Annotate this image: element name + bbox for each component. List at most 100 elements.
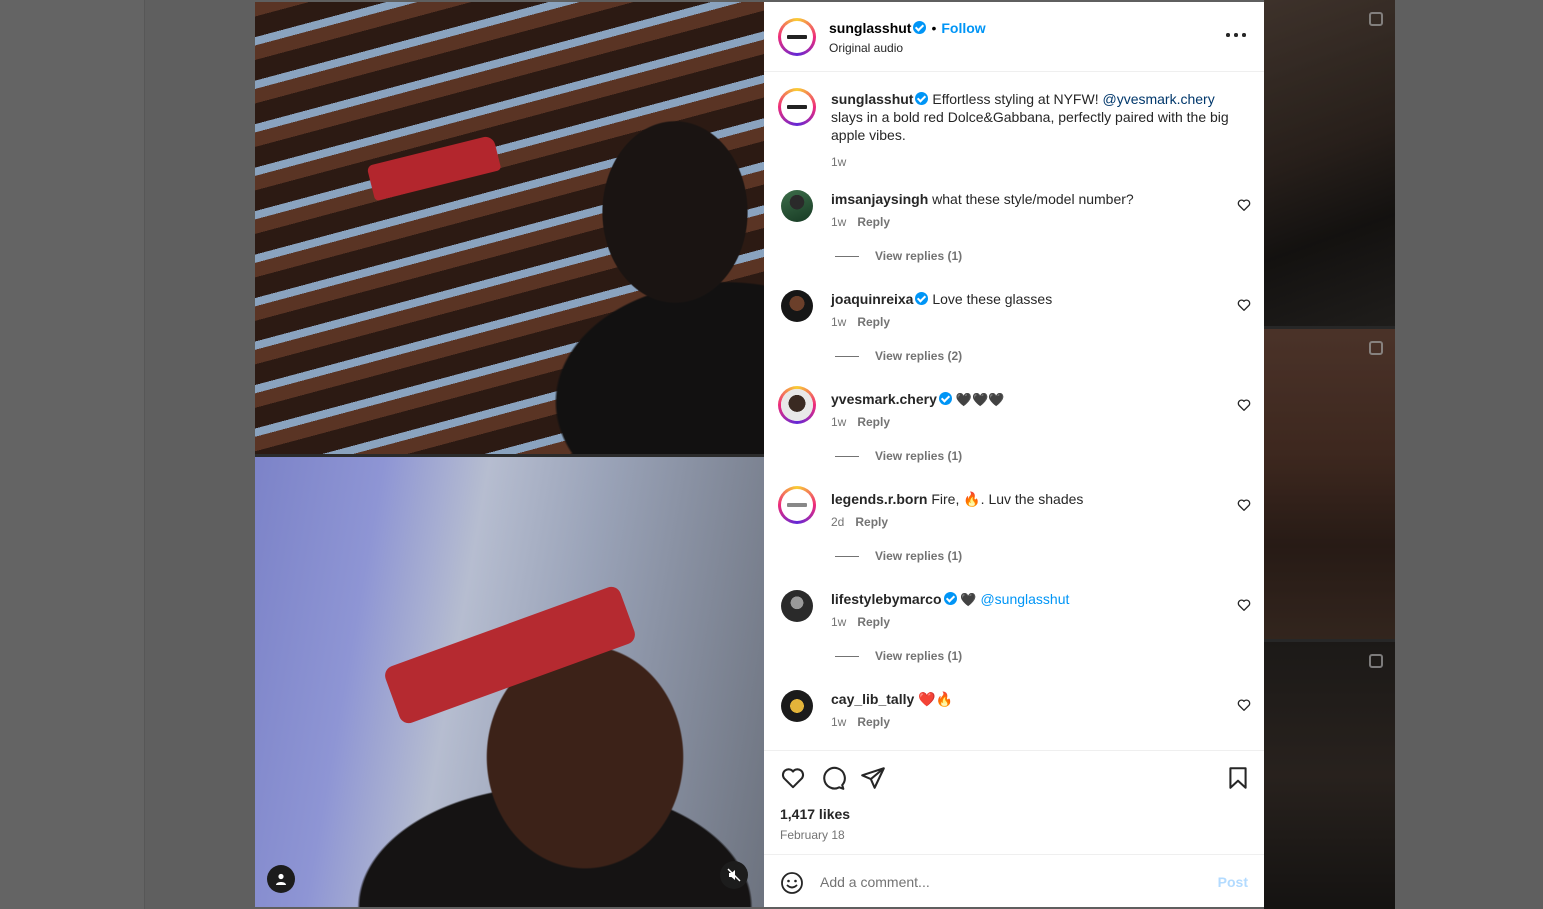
comment-username[interactable]: legends.r.born: [831, 491, 927, 507]
view-replies-label: View replies (1): [875, 549, 963, 563]
user-avatar-icon[interactable]: [781, 190, 813, 222]
view-replies-button[interactable]: View replies (1): [835, 549, 962, 563]
post-details-panel: sunglasshut • Follow Original audio sungla…: [764, 2, 1264, 907]
comment-body: yvesmark.chery 🖤🖤🖤: [831, 390, 1004, 409]
save-bookmark-icon[interactable]: [1225, 765, 1251, 791]
caption-mention-link[interactable]: @yvesmark.chery: [1102, 91, 1214, 107]
comment-time: 1w: [831, 315, 847, 329]
add-comment-input[interactable]: [820, 871, 1200, 893]
comment-mention-link[interactable]: @sunglasshut: [980, 591, 1069, 607]
sunglasshut-logo-icon: [787, 105, 807, 109]
like-comment-heart-icon[interactable]: [1236, 597, 1252, 613]
comment-text: 🖤🖤🖤: [955, 392, 1005, 407]
sunglasshut-avatar[interactable]: [778, 18, 816, 56]
view-replies-button[interactable]: View replies (1): [835, 649, 962, 663]
more-options-button[interactable]: [1224, 28, 1248, 42]
comment-bubble-icon[interactable]: [820, 765, 846, 791]
user-icon: [276, 873, 286, 885]
post-date: February 18: [780, 828, 845, 842]
share-paper-plane-icon[interactable]: [860, 765, 886, 791]
comment-text: Fire, 🔥. Luv the shades: [931, 491, 1084, 507]
sunglasshut-avatar[interactable]: [778, 88, 816, 126]
comment-body: joaquinreixa Love these glasses: [831, 290, 1052, 308]
like-comment-heart-icon[interactable]: [1236, 697, 1252, 713]
comment-item: legends.r.born Fire, 🔥. Luv the shades 2…: [764, 486, 1264, 590]
view-replies-label: View replies (1): [875, 649, 963, 663]
sunglasshut-logo-icon: [787, 35, 807, 39]
post-author: sunglasshut • Follow: [829, 20, 986, 36]
comment-username[interactable]: imsanjaysingh: [831, 191, 928, 207]
comment-username[interactable]: lifestylebymarco: [831, 591, 942, 607]
view-replies-button[interactable]: View replies (1): [835, 249, 962, 263]
audio-muted-button[interactable]: [720, 861, 748, 889]
comment-body: imsanjaysingh what these style/model num…: [831, 190, 1134, 208]
comment-text: 🖤: [960, 592, 977, 607]
reply-button[interactable]: Reply: [857, 315, 890, 329]
user-avatar-icon[interactable]: [781, 290, 813, 322]
like-comment-heart-icon[interactable]: [1236, 497, 1252, 513]
divider: [835, 356, 859, 358]
reply-button[interactable]: Reply: [857, 715, 890, 729]
audio-label[interactable]: Original audio: [829, 41, 903, 55]
view-replies-button[interactable]: View replies (2): [835, 349, 962, 363]
comment-time: 1w: [831, 615, 847, 629]
like-comment-heart-icon[interactable]: [1236, 397, 1252, 413]
like-comment-heart-icon[interactable]: [1236, 197, 1252, 213]
comment-username[interactable]: joaquinreixa: [831, 291, 913, 307]
user-avatar-icon: [781, 389, 813, 421]
caption-body: slays in a bold red Dolce&Gabbana, perfe…: [831, 109, 1229, 143]
comment-item: joaquinreixa Love these glasses 1w Reply …: [764, 290, 1264, 390]
user-avatar-icon[interactable]: [778, 486, 816, 524]
divider: [835, 556, 859, 558]
comment-time: 1w: [831, 715, 847, 729]
comment-item: yvesmark.chery 🖤🖤🖤 1w Reply View replies …: [764, 386, 1264, 490]
comment-username[interactable]: yvesmark.chery: [831, 391, 937, 407]
view-replies-label: View replies (1): [875, 449, 963, 463]
comment-time: 2d: [831, 515, 845, 529]
likes-count[interactable]: 1,417 likes: [780, 806, 850, 822]
post-media[interactable]: [255, 2, 764, 907]
verified-badge-icon: [915, 292, 929, 305]
comment-item: cay_lib_tally ❤️🔥 1w Reply: [764, 690, 1264, 750]
user-avatar-icon[interactable]: [781, 690, 813, 722]
view-replies-button[interactable]: View replies (1): [835, 449, 962, 463]
divider: [835, 656, 859, 658]
reply-button[interactable]: Reply: [855, 515, 888, 529]
comment-meta: 1w Reply: [831, 715, 890, 729]
post-photo-bottom: [255, 457, 764, 907]
verified-badge-icon: [915, 92, 929, 105]
speaker-muted-icon: [727, 868, 741, 882]
reply-button[interactable]: Reply: [857, 615, 890, 629]
comment-text: Love these glasses: [932, 291, 1053, 307]
divider: [835, 256, 859, 258]
post-comment-button[interactable]: Post: [1218, 874, 1248, 890]
caption-time: 1w: [831, 155, 847, 169]
reply-button[interactable]: Reply: [857, 215, 890, 229]
like-heart-icon[interactable]: [780, 765, 806, 791]
comment-meta: 1w Reply: [831, 215, 890, 229]
comment-body: legends.r.born Fire, 🔥. Luv the shades: [831, 490, 1083, 508]
post-header: sunglasshut • Follow Original audio: [764, 2, 1264, 72]
comment-item: lifestylebymarco 🖤 @sunglasshut 1w Reply …: [764, 590, 1264, 690]
reply-button[interactable]: Reply: [857, 415, 890, 429]
add-comment-bar: Post: [764, 854, 1264, 907]
comments-list[interactable]: sunglasshut Effortless styling at NYFW! …: [764, 73, 1264, 750]
follow-button[interactable]: Follow: [941, 20, 985, 36]
caption-username[interactable]: sunglasshut: [831, 91, 913, 107]
like-comment-heart-icon[interactable]: [1236, 297, 1252, 313]
comment-username[interactable]: cay_lib_tally: [831, 691, 914, 707]
page-right-margin: [1395, 0, 1543, 909]
post-actions: 1,417 likes February 18: [764, 750, 1264, 855]
red-sunglasses-image: [366, 134, 502, 202]
author-username[interactable]: sunglasshut: [829, 20, 911, 36]
emoji-smiley-icon[interactable]: [780, 871, 804, 895]
comment-item: imsanjaysingh what these style/model num…: [764, 190, 1264, 290]
verified-badge-icon: [943, 592, 957, 605]
tagged-users-button[interactable]: [267, 865, 295, 893]
page-left-margin: [0, 0, 145, 909]
legends-logo-icon: [787, 503, 807, 507]
verified-badge-icon: [938, 392, 952, 405]
post-photo-top: [255, 2, 764, 454]
comment-time: 1w: [831, 215, 847, 229]
user-avatar-icon[interactable]: [781, 590, 813, 622]
